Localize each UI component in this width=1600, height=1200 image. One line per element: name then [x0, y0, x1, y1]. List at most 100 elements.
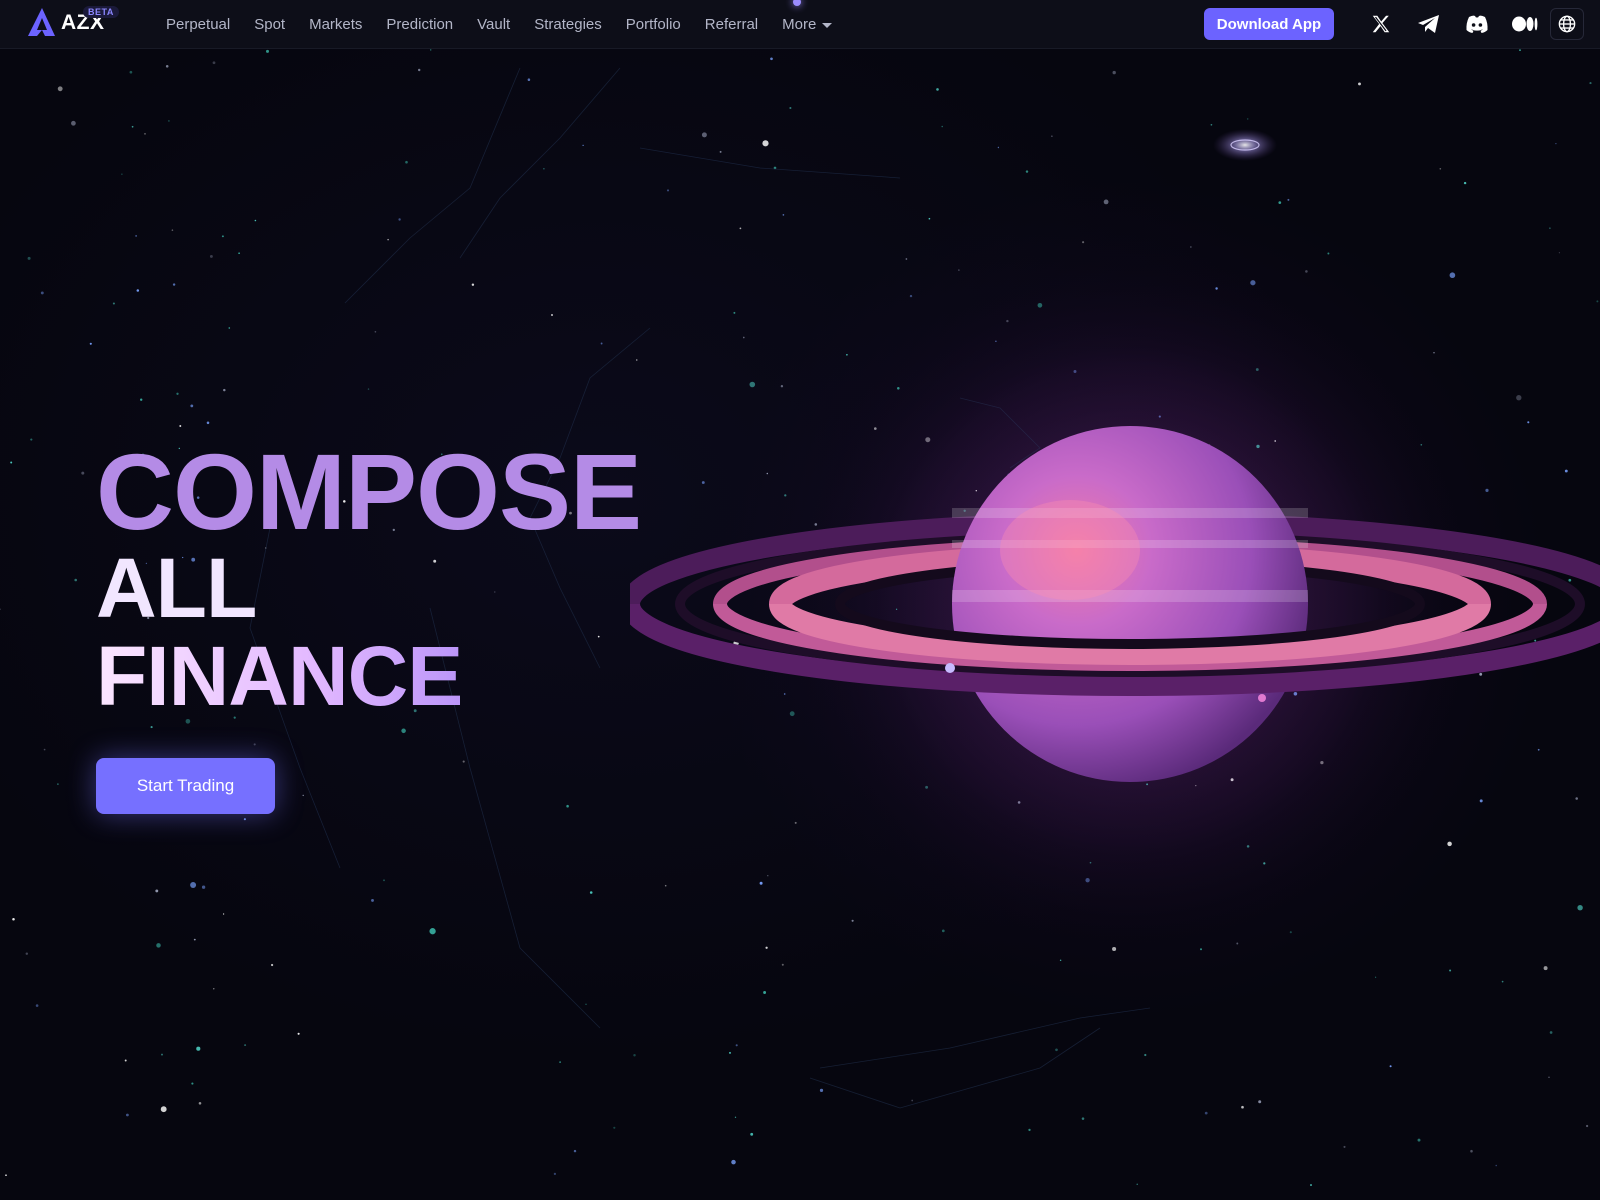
- star: [253, 743, 256, 746]
- language-selector[interactable]: [1550, 8, 1584, 40]
- star: [1470, 1149, 1473, 1153]
- galaxy-decoration: [1213, 129, 1277, 161]
- star: [266, 49, 269, 53]
- nav-item-portfolio[interactable]: Portfolio: [626, 16, 681, 33]
- more-label: More: [782, 15, 817, 33]
- discord-icon[interactable]: [1463, 10, 1491, 38]
- star: [1463, 181, 1467, 185]
- nav-item-markets[interactable]: Markets: [309, 16, 362, 33]
- nav-item-referral[interactable]: Referral: [705, 16, 758, 33]
- nav-item-strategies[interactable]: Strategies: [534, 16, 602, 33]
- star: [781, 963, 784, 966]
- star: [1258, 1100, 1262, 1104]
- star: [30, 438, 33, 441]
- star: [719, 150, 722, 153]
- star: [550, 313, 554, 317]
- star: [1449, 969, 1452, 972]
- start-trading-button[interactable]: Start Trading: [96, 758, 275, 814]
- star: [633, 1054, 636, 1057]
- globe-icon: [1558, 15, 1576, 33]
- star: [129, 70, 133, 74]
- star: [144, 133, 146, 135]
- star: [244, 1044, 247, 1047]
- star: [1389, 1065, 1392, 1068]
- star: [1327, 252, 1330, 255]
- star: [196, 1046, 201, 1051]
- star: [589, 891, 593, 894]
- star: [734, 1116, 737, 1118]
- star: [179, 425, 182, 427]
- star: [1287, 198, 1290, 201]
- star: [1495, 1164, 1497, 1167]
- star: [997, 146, 1000, 149]
- star: [222, 913, 225, 915]
- star: [763, 991, 767, 994]
- nav-item-prediction[interactable]: Prediction: [386, 16, 453, 33]
- star: [735, 1044, 738, 1047]
- star: [193, 938, 196, 941]
- star: [527, 78, 531, 81]
- star: [387, 238, 389, 241]
- star: [171, 229, 174, 231]
- nav-item-spot[interactable]: Spot: [254, 16, 285, 33]
- star: [223, 388, 226, 392]
- star: [1081, 1117, 1085, 1120]
- star: [156, 943, 161, 948]
- hero-headline: COMPOSE ALL FINANCE: [96, 431, 642, 721]
- star: [928, 217, 931, 220]
- star: [74, 578, 77, 582]
- star: [1190, 246, 1192, 248]
- star: [543, 167, 545, 170]
- star: [150, 726, 153, 729]
- star: [57, 86, 63, 92]
- hero-line-all: ALL: [96, 541, 257, 635]
- star: [1548, 1076, 1550, 1079]
- star: [429, 928, 436, 935]
- star: [206, 421, 210, 425]
- hero-line-compose: COMPOSE: [96, 431, 642, 552]
- star: [600, 342, 603, 345]
- star: [213, 988, 215, 990]
- star: [190, 404, 194, 408]
- star: [191, 1082, 194, 1085]
- star: [201, 885, 206, 889]
- nav-item-perpetual[interactable]: Perpetual: [166, 16, 230, 33]
- top-navigation: AZX BETA Perpetual Spot Markets Predicti…: [0, 0, 1600, 49]
- star: [383, 879, 385, 882]
- star: [585, 1003, 587, 1006]
- nav-item-vault[interactable]: Vault: [477, 16, 510, 33]
- star: [254, 219, 257, 222]
- star: [405, 160, 408, 164]
- medium-icon[interactable]: [1511, 10, 1539, 38]
- star: [25, 952, 29, 955]
- telegram-icon[interactable]: [1415, 10, 1443, 38]
- star: [243, 818, 246, 821]
- star: [0, 608, 1, 610]
- star: [666, 189, 670, 192]
- page: AZX BETA Perpetual Spot Markets Predicti…: [0, 0, 1600, 1200]
- nav-item-more[interactable]: More: [782, 15, 833, 33]
- star: [1417, 1138, 1421, 1142]
- star: [566, 804, 569, 808]
- star: [1051, 135, 1053, 138]
- star: [172, 283, 176, 286]
- star: [559, 1061, 561, 1063]
- star: [140, 398, 143, 401]
- star: [57, 783, 59, 785]
- download-app-button[interactable]: Download App: [1204, 8, 1334, 40]
- star: [1055, 1048, 1058, 1052]
- star: [43, 748, 46, 751]
- star: [374, 330, 377, 333]
- star: [112, 302, 115, 305]
- star: [1585, 1124, 1589, 1128]
- star: [1112, 70, 1116, 75]
- star: [936, 88, 939, 91]
- star: [462, 760, 465, 763]
- star: [367, 388, 370, 390]
- x-icon[interactable]: [1367, 10, 1395, 38]
- star: [302, 794, 304, 797]
- star: [190, 882, 197, 888]
- star: [911, 1099, 914, 1102]
- star: [71, 120, 76, 126]
- star: [1589, 82, 1592, 85]
